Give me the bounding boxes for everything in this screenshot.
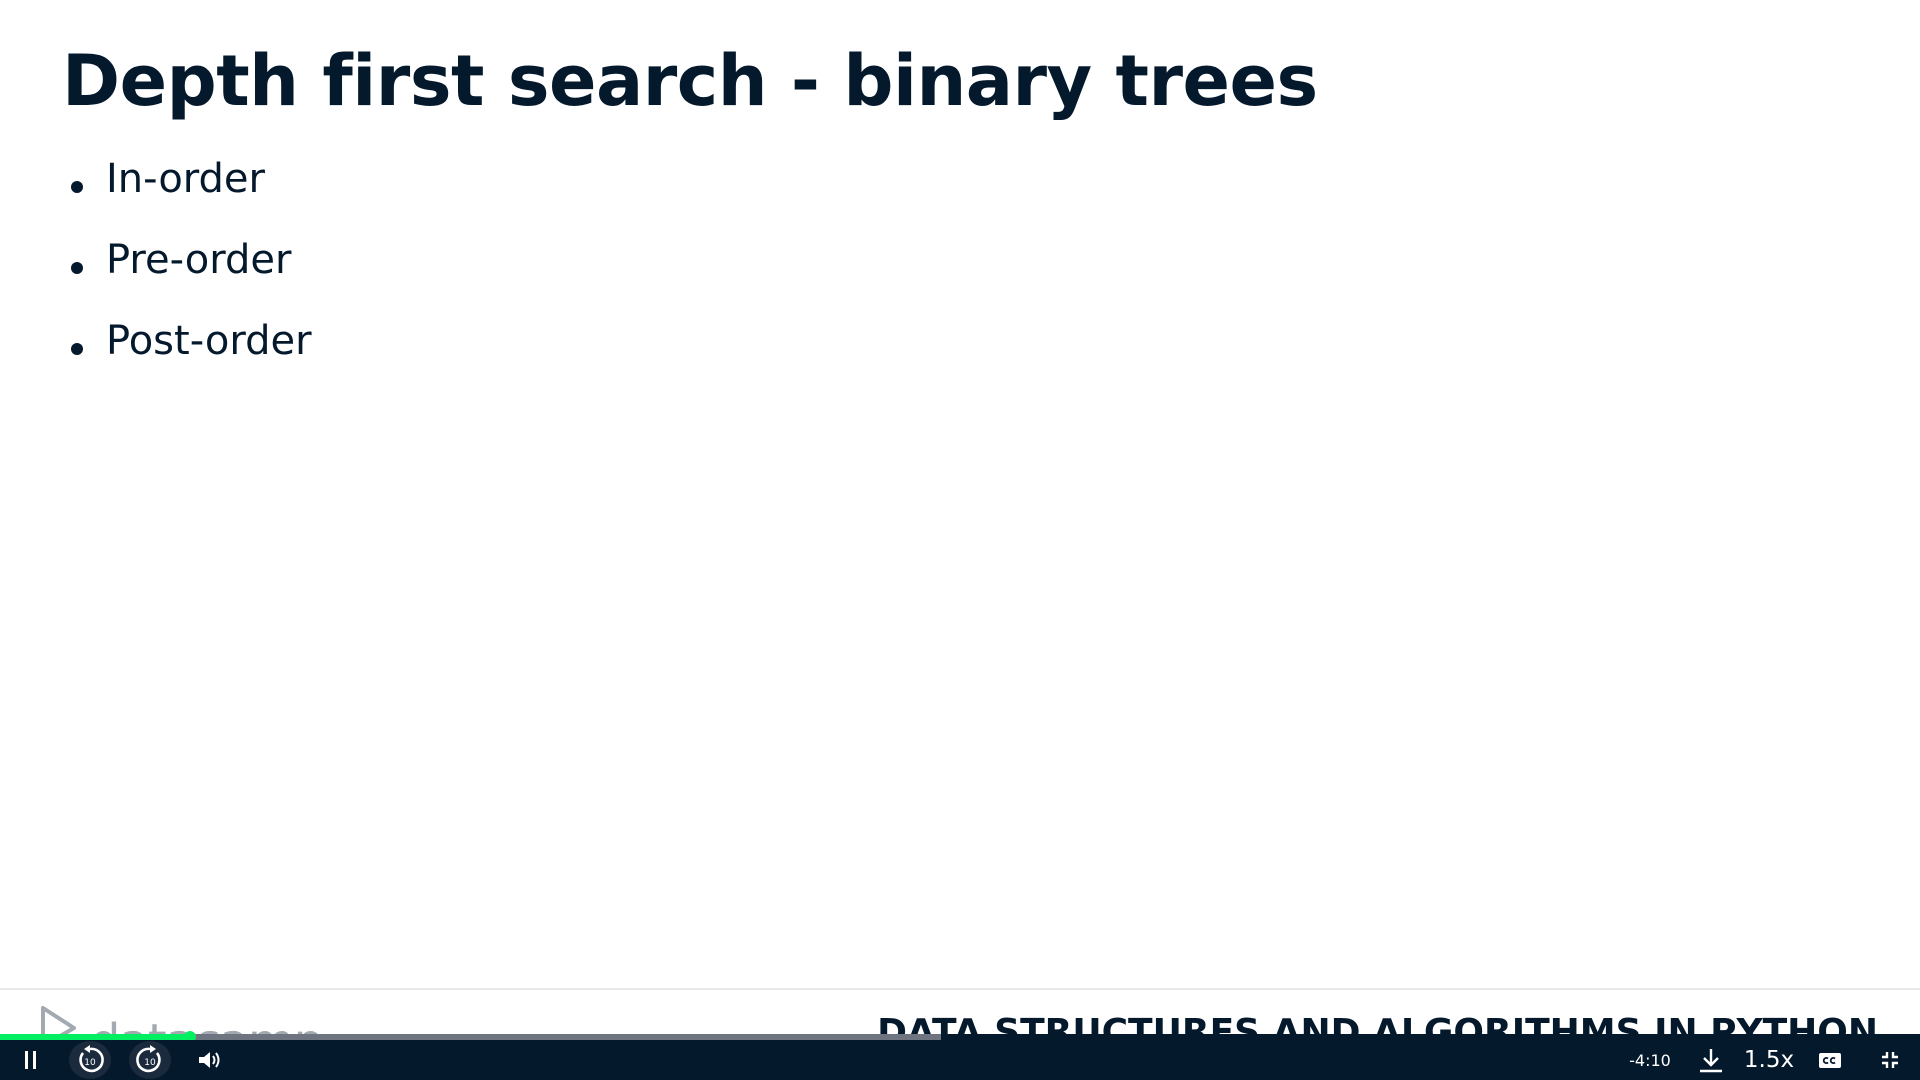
volume-icon <box>199 1052 220 1068</box>
player-controls: 10 10 -4:10 1.5x <box>0 1040 1920 1080</box>
exit-fullscreen-button[interactable] <box>1874 1040 1906 1080</box>
rewind-10-icon: 10 <box>79 1045 104 1073</box>
pause-icon <box>25 1051 36 1069</box>
datacamp-logo: datacamp <box>40 1006 324 1034</box>
rewind-seconds-label: 10 <box>84 1058 96 1068</box>
video-slide: Depth first search - binary trees In-ord… <box>0 0 1920 1080</box>
bullet-label: Post-order <box>106 318 312 364</box>
bullet-label: In-order <box>106 156 265 202</box>
bullet-dot <box>71 180 83 193</box>
download-button[interactable] <box>1694 1040 1728 1080</box>
playback-speed-label: 1.5x <box>1743 1047 1795 1073</box>
forward-10-icon: 10 <box>136 1045 161 1073</box>
course-title: DATA STRUCTURES AND ALGORITHMS IN PYTHON <box>877 1012 1878 1034</box>
playback-speed-button[interactable]: 1.5x <box>1742 1040 1796 1080</box>
forward-seconds-label: 10 <box>144 1058 156 1068</box>
captions-button[interactable] <box>1814 1040 1846 1080</box>
bullet-dot <box>71 342 83 355</box>
datacamp-logo-icon <box>41 1006 76 1034</box>
time-remaining: -4:10 <box>1620 1040 1680 1080</box>
closed-captions-icon <box>1819 1053 1841 1068</box>
volume-button[interactable] <box>194 1040 226 1080</box>
rewind-10-button[interactable]: 10 <box>66 1040 114 1080</box>
slide-title: Depth first search - binary trees <box>62 40 1318 122</box>
bullet-dot <box>71 261 83 274</box>
download-icon <box>1700 1049 1722 1073</box>
logo-text: datacamp <box>90 1014 324 1034</box>
exit-fullscreen-icon <box>1882 1052 1898 1068</box>
time-remaining-label: -4:10 <box>1629 1050 1671 1070</box>
forward-10-button[interactable]: 10 <box>126 1040 174 1080</box>
pause-button[interactable] <box>12 1040 50 1080</box>
slide-footer: datacamp DATA STRUCTURES AND ALGORITHMS … <box>0 990 1920 1034</box>
bullet-label: Pre-order <box>106 237 292 283</box>
